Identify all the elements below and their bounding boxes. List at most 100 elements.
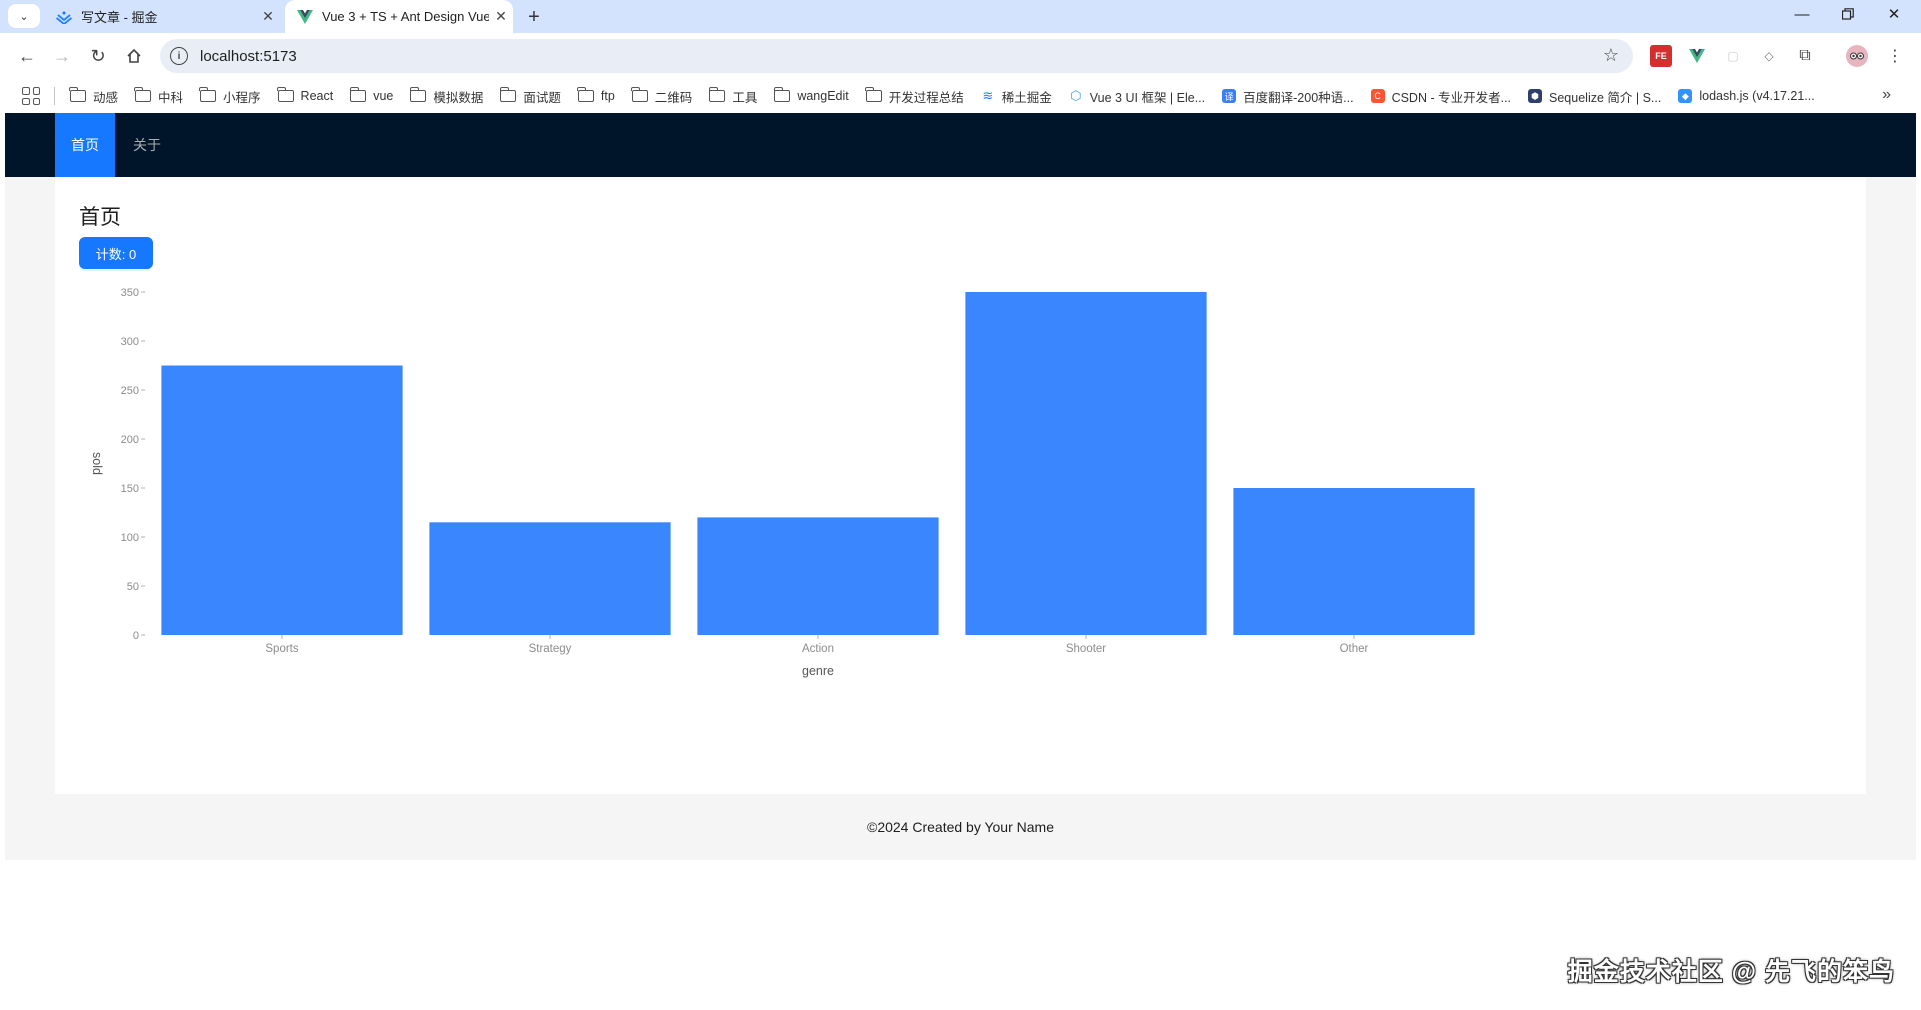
more-bookmarks-icon[interactable]: » <box>1882 86 1891 104</box>
bookmark-label: Sequelize 简介 | S... <box>1549 90 1662 105</box>
bookmark-item[interactable]: React <box>276 87 334 103</box>
browser-tab-juejin[interactable]: 写文章 - 掘金 ✕ <box>44 0 280 33</box>
lodash-icon: ◆ <box>1678 89 1693 103</box>
folder-icon <box>349 87 367 102</box>
home-icon[interactable] <box>120 42 148 70</box>
menu-item-label: 关于 <box>133 137 161 153</box>
watermark: 掘金技术社区 @ 先飞的笨鸟 <box>1567 958 1895 986</box>
address-bar[interactable]: i localhost:5173 ☆ <box>160 39 1633 73</box>
folder-icon <box>199 87 217 102</box>
bookmark-item[interactable]: ⬡ Vue 3 UI 框架 | Ele... <box>1068 87 1206 106</box>
url-text: localhost:5173 <box>200 47 297 65</box>
close-window-icon[interactable]: ✕ <box>1872 0 1916 28</box>
bookmark-label: lodash.js (v4.17.21... <box>1699 89 1815 103</box>
folder-icon <box>276 87 294 102</box>
bookmark-label: React <box>300 89 334 103</box>
bookmark-item[interactable]: 译百度翻译-200种语... <box>1222 87 1354 106</box>
minimize-icon[interactable]: — <box>1780 0 1824 28</box>
forward-icon[interactable]: → <box>48 42 76 70</box>
menu-item-label: 首页 <box>71 137 99 153</box>
y-tick-label: 350 <box>121 287 139 299</box>
x-axis-title: genre <box>802 664 834 678</box>
y-tick-label: 0 <box>133 630 139 642</box>
folder-icon <box>499 87 517 102</box>
folder-icon <box>865 87 882 102</box>
y-tick-label: 200 <box>121 434 139 446</box>
bookmark-item[interactable]: wangEdit <box>773 87 849 103</box>
browser-menu-icon[interactable]: ⋮ <box>1884 45 1906 67</box>
bookmark-label: 面试题 <box>523 90 561 105</box>
bookmark-item[interactable]: 工具 <box>708 87 758 106</box>
tab-search-button[interactable]: ⌄ <box>8 4 40 28</box>
juejin-icon: ≋ <box>980 88 995 103</box>
bookmarks-bar: 动感 中科 小程序 React vue 模拟数据 面试题 ftp 二维码 工具 wangEdit 开发… <box>0 79 1921 113</box>
bookmark-item[interactable]: vue <box>349 87 394 103</box>
fehelper-extension-icon[interactable]: FE <box>1650 45 1672 67</box>
folder-icon <box>577 87 594 102</box>
close-tab-icon[interactable]: ✕ <box>256 8 280 25</box>
vue-icon <box>297 9 313 25</box>
bookmark-label: 百度翻译-200种语... <box>1243 90 1354 105</box>
count-button[interactable]: 计数: 0 <box>79 237 153 269</box>
content-card: 0 50 100 150 200 250 300 350 Sports Strategy Actio… <box>55 177 1866 794</box>
juejin-icon <box>56 9 72 25</box>
bookmark-label: Vue 3 UI 框架 | Ele... <box>1089 90 1206 105</box>
folder-icon <box>708 87 726 102</box>
restore-icon[interactable] <box>1826 0 1870 28</box>
bookmark-label: ftp <box>600 89 615 103</box>
y-axis-title: sold <box>90 452 104 475</box>
chevron-down-icon: ⌄ <box>19 10 29 23</box>
tab-title: 写文章 - 掘金 <box>81 10 158 25</box>
eraser-extension-icon[interactable]: ◇ <box>1758 45 1780 67</box>
site-info-icon[interactable]: i <box>170 47 188 65</box>
y-tick-label: 250 <box>121 385 139 397</box>
bookmark-item[interactable]: ◆ lodash.js (v4.17.21... <box>1678 89 1815 103</box>
bookmarks-divider <box>54 87 55 105</box>
bookmark-item[interactable]: 小程序 <box>199 87 261 106</box>
close-tab-icon[interactable]: ✕ <box>489 8 513 25</box>
bookmark-item[interactable]: ⬢ Sequelize 简介 | S... <box>1528 87 1661 106</box>
bar-chart: 0 50 100 150 200 250 300 350 Sports Strategy Actio… <box>90 287 1475 678</box>
element-icon: ⬡ <box>1068 88 1083 103</box>
bar-strategy <box>429 522 671 635</box>
y-tick-label: 150 <box>121 483 139 495</box>
app-header: 首页 关于 <box>5 113 1916 177</box>
browser-tab-app[interactable]: Vue 3 + TS + Ant Design Vue ✕ <box>285 0 513 33</box>
bookmark-list: 动感 中科 小程序 React vue 模拟数据 面试题 ftp 二维码 工具 wangEdit 开发… <box>69 79 1832 113</box>
browser-toolbar: ← → ↻ i localhost:5173 ☆ FE ▢ ◇ ⧉ ⋮ <box>0 33 1921 79</box>
bookmark-item[interactable]: 中科 <box>134 87 184 106</box>
folder-icon <box>134 87 152 102</box>
bookmark-label: 动感 <box>93 90 119 105</box>
csdn-icon: C <box>1370 89 1385 103</box>
reload-icon[interactable]: ↻ <box>84 42 112 70</box>
bookmark-item[interactable]: ≋ 稀土掘金 <box>980 87 1052 106</box>
bookmark-item[interactable]: 二维码 <box>631 87 692 106</box>
vue-devtools-extension-icon[interactable] <box>1686 45 1708 67</box>
bar-action <box>697 517 939 635</box>
bookmark-item[interactable]: 开发过程总结 <box>865 87 964 106</box>
bar-shooter <box>965 292 1207 635</box>
bookmark-item[interactable]: 动感 <box>69 87 119 106</box>
profile-avatar-icon[interactable] <box>1846 45 1868 67</box>
x-tick-label: Strategy <box>529 643 572 655</box>
y-tick-label: 50 <box>127 581 139 593</box>
apps-grid-icon[interactable] <box>22 87 40 105</box>
bookmark-star-icon[interactable]: ☆ <box>1603 45 1619 66</box>
app-layout: 首页 关于 0 50 100 150 200 250 300 350 Sports Strateg… <box>5 113 1916 1010</box>
bookmark-item[interactable]: 面试题 <box>499 87 561 106</box>
new-tab-button[interactable]: + <box>520 3 548 31</box>
bookmark-item[interactable]: ftp <box>577 87 615 103</box>
bookmark-label: 中科 <box>158 90 184 105</box>
bookmark-item[interactable]: C CSDN - 专业开发者... <box>1370 87 1511 106</box>
extensions-puzzle-icon[interactable]: ⧉ <box>1794 45 1816 67</box>
tab-title: Vue 3 + TS + Ant Design Vue <box>322 9 489 24</box>
bookmark-label: 工具 <box>732 90 758 105</box>
bookmark-label: vue <box>373 89 394 103</box>
x-tick-label: Other <box>1340 643 1369 655</box>
blank-extension-icon[interactable]: ▢ <box>1722 45 1744 67</box>
page-title: 首页 <box>79 206 121 229</box>
menu-item-home[interactable]: 首页 <box>55 113 115 177</box>
back-icon[interactable]: ← <box>13 42 41 70</box>
menu-item-about[interactable]: 关于 <box>115 113 179 177</box>
bookmark-item[interactable]: 模拟数据 <box>409 87 483 106</box>
